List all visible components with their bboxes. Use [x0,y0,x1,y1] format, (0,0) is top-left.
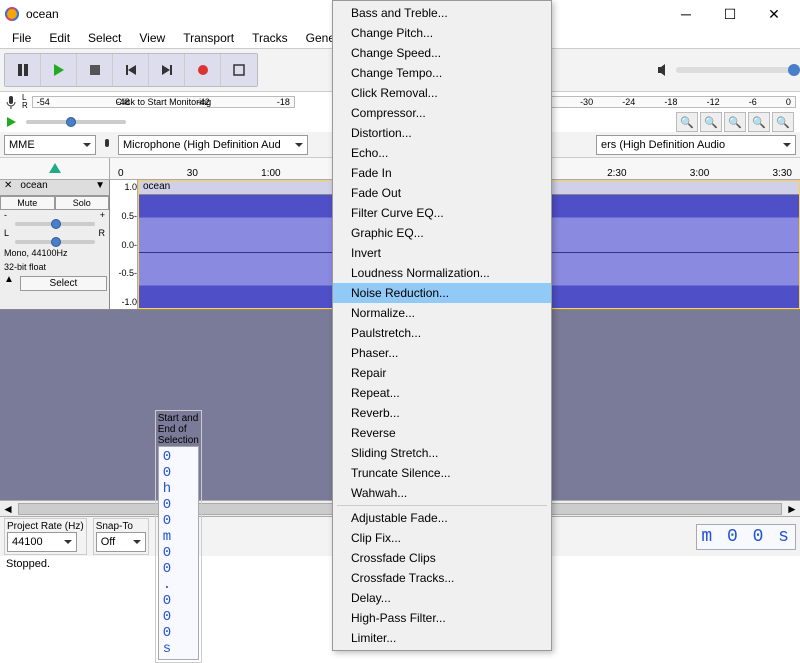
meter-lr: LR [22,94,28,110]
snap-label: Snap-To [96,521,146,532]
effect-crossfade-tracks[interactable]: Crossfade Tracks... [333,568,551,588]
effect-wahwah[interactable]: Wahwah... [333,483,551,503]
pin-icon[interactable] [49,163,61,175]
menu-file[interactable]: File [4,29,39,47]
snap-combo[interactable]: Off [96,532,146,552]
input-device-combo[interactable]: Microphone (High Definition Aud [118,135,308,155]
effect-noise-reduction[interactable]: Noise Reduction... [333,283,551,303]
zoom-in-button[interactable]: 🔍 [676,112,698,132]
menu-edit[interactable]: Edit [41,29,78,47]
effect-loudness-normalization[interactable]: Loudness Normalization... [333,263,551,283]
play-at-speed-icon [6,116,18,128]
effect-repeat[interactable]: Repeat... [333,383,551,403]
project-rate-label: Project Rate (Hz) [7,521,84,532]
effect-repair[interactable]: Repair [333,363,551,383]
audio-position-time[interactable]: m 0 0 s [696,524,796,550]
effect-invert[interactable]: Invert [333,243,551,263]
fit-selection-button[interactable]: 🔍 [724,112,746,132]
zoom-out-button[interactable]: 🔍 [700,112,722,132]
skip-start-button[interactable] [113,54,149,86]
solo-button[interactable]: Solo [55,196,110,210]
effect-change-tempo[interactable]: Change Tempo... [333,63,551,83]
effect-sliding-stretch[interactable]: Sliding Stretch... [333,443,551,463]
effect-limiter[interactable]: Limiter... [333,628,551,648]
selection-label: Start and End of Selection [158,413,199,446]
scroll-left-icon[interactable]: ◄ [0,502,16,516]
effect-truncate-silence[interactable]: Truncate Silence... [333,463,551,483]
effect-bass-and-treble[interactable]: Bass and Treble... [333,3,551,23]
meter-hint: Click to Start Monitoring [116,97,212,107]
menu-select[interactable]: Select [80,29,129,47]
effect-echo[interactable]: Echo... [333,143,551,163]
effect-distortion[interactable]: Distortion... [333,123,551,143]
gain-slider[interactable] [15,222,95,226]
close-button[interactable]: ✕ [752,0,796,28]
track-control-panel[interactable]: ✕ocean▼ MuteSolo -+ LR Mono, 44100Hz 32-… [0,180,110,309]
effect-change-speed[interactable]: Change Speed... [333,43,551,63]
select-track-button[interactable]: Select [20,276,107,291]
effect-adjustable-fade[interactable]: Adjustable Fade... [333,508,551,528]
mic-icon [100,138,114,152]
effect-reverse[interactable]: Reverse [333,423,551,443]
stop-button[interactable] [77,54,113,86]
effect-change-pitch[interactable]: Change Pitch... [333,23,551,43]
menu-tracks[interactable]: Tracks [244,29,296,47]
menu-transport[interactable]: Transport [175,29,242,47]
minimize-button[interactable]: ─ [664,0,708,28]
effect-menu: Bass and Treble...Change Pitch...Change … [332,0,552,651]
effect-paulstretch[interactable]: Paulstretch... [333,323,551,343]
effect-click-removal[interactable]: Click Removal... [333,83,551,103]
fit-project-button[interactable]: 🔍 [748,112,770,132]
loop-button[interactable] [221,54,257,86]
app-logo-icon [4,6,20,22]
effect-normalize[interactable]: Normalize... [333,303,551,323]
speed-slider[interactable] [26,120,126,124]
host-combo[interactable]: MME [4,135,96,155]
output-device-combo[interactable]: ers (High Definition Audio [596,135,796,155]
mute-button[interactable]: Mute [0,196,55,210]
playback-slider[interactable] [676,67,796,73]
track-menu-icon[interactable]: ▼ [91,180,109,195]
effect-fade-in[interactable]: Fade In [333,163,551,183]
scroll-right-icon[interactable]: ► [784,502,800,516]
effect-crossfade-clips[interactable]: Crossfade Clips [333,548,551,568]
selection-start-time[interactable]: 0 0 h 0 0 m 0 0 . 0 0 0 s [158,446,199,660]
effect-filter-curve-eq[interactable]: Filter Curve EQ... [333,203,551,223]
effect-fade-out[interactable]: Fade Out [333,183,551,203]
track-name[interactable]: ocean [16,180,51,195]
effect-clip-fix[interactable]: Clip Fix... [333,528,551,548]
speaker-icon [656,62,672,78]
effect-phaser[interactable]: Phaser... [333,343,551,363]
project-rate-combo[interactable]: 44100 [7,532,77,552]
vertical-scale[interactable]: 1.00.5-0.0--0.5--1.0 [110,180,138,309]
zoom-toggle-button[interactable]: 🔍 [772,112,794,132]
effect-compressor[interactable]: Compressor... [333,103,551,123]
zoom-toolbar: 🔍 🔍 🔍 🔍 🔍 [676,112,794,132]
skip-end-button[interactable] [149,54,185,86]
pan-slider[interactable] [15,240,95,244]
effect-high-pass-filter[interactable]: High-Pass Filter... [333,608,551,628]
maximize-button[interactable]: ☐ [708,0,752,28]
effect-reverb[interactable]: Reverb... [333,403,551,423]
play-button[interactable] [41,54,77,86]
mic-icon [4,95,18,109]
close-track-icon[interactable]: ✕ [0,180,16,195]
pause-button[interactable] [5,54,41,86]
effect-graphic-eq[interactable]: Graphic EQ... [333,223,551,243]
effect-delay[interactable]: Delay... [333,588,551,608]
collapse-icon[interactable]: ▲ [0,274,18,293]
menu-view[interactable]: View [131,29,173,47]
record-button[interactable] [185,54,221,86]
